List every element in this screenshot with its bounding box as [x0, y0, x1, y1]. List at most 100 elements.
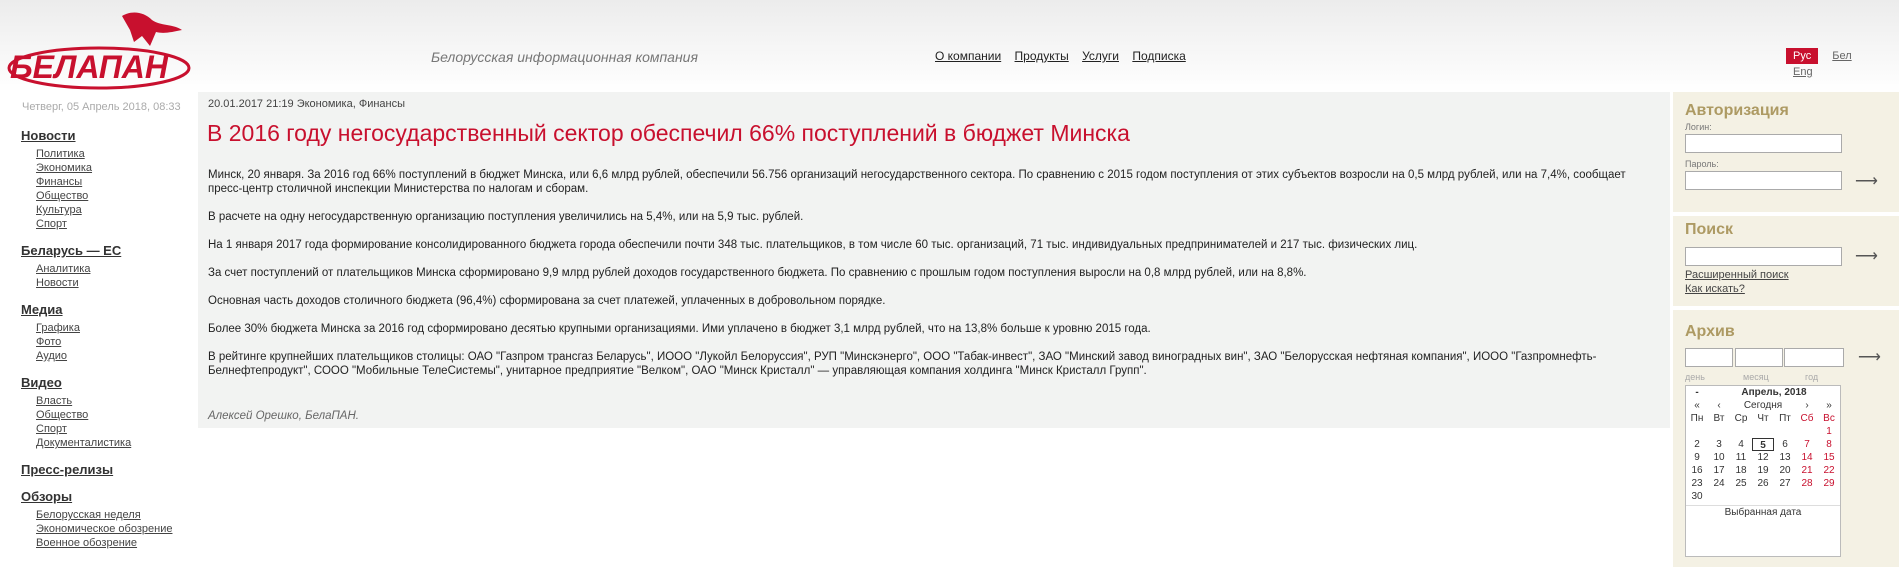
nav-subscription[interactable]: Подписка [1132, 49, 1185, 63]
cal-day[interactable]: 17 [1708, 464, 1730, 477]
cal-today-button[interactable]: Сегодня [1730, 399, 1796, 412]
archive-year-input[interactable] [1784, 348, 1844, 367]
nav-news-politics[interactable]: Политика [36, 147, 191, 161]
cal-day [1818, 490, 1840, 503]
nav-reviews-military[interactable]: Военное обозрение [36, 536, 191, 550]
cal-day[interactable]: 24 [1708, 477, 1730, 490]
nav-reviews[interactable]: Обзоры [21, 489, 191, 504]
nav-reviews-economic[interactable]: Экономическое обозрение [36, 522, 191, 536]
cal-days: 1 2 3 4 5 6 7 8 9 10 11 12 13 14 15 16 17 18 19 20 21 22 23 24 2… [1686, 425, 1840, 503]
cal-prev-button[interactable]: ‹ [1708, 399, 1730, 412]
how-to-search-link[interactable]: Как искать? [1685, 283, 1745, 295]
cal-day[interactable]: 29 [1818, 477, 1840, 490]
cal-day[interactable]: 22 [1818, 464, 1840, 477]
cal-next-button[interactable]: › [1796, 399, 1818, 412]
nav-news[interactable]: Новости [21, 128, 191, 143]
lang-en[interactable]: Eng [1786, 64, 1820, 80]
nav-press-releases[interactable]: Пресс-релизы [21, 462, 191, 477]
login-submit-arrow-icon[interactable]: ⟶ [1855, 171, 1878, 191]
cal-day[interactable]: 27 [1774, 477, 1796, 490]
nav-video-society[interactable]: Общество [36, 408, 191, 422]
cal-day[interactable]: 11 [1730, 451, 1752, 464]
cal-day[interactable]: 14 [1796, 451, 1818, 464]
article-paragraph: Минск, 20 января. За 2016 год 66% поступ… [208, 169, 1626, 195]
cal-day[interactable]: 21 [1796, 464, 1818, 477]
archive-day-input[interactable] [1685, 348, 1733, 367]
nav-belarus-eu-analytics[interactable]: Аналитика [36, 262, 191, 276]
nav-news-society[interactable]: Общество [36, 189, 191, 203]
lang-be[interactable]: Бел [1825, 48, 1858, 64]
nav-media-graphics[interactable]: Графика [36, 321, 191, 335]
search-input[interactable] [1685, 247, 1842, 266]
left-nav: Новости Политика Экономика Финансы Общес… [21, 128, 191, 562]
cal-day[interactable]: 3 [1708, 438, 1730, 451]
archive-month-input[interactable] [1735, 348, 1783, 367]
cal-day[interactable]: 23 [1686, 477, 1708, 490]
cal-day[interactable]: 9 [1686, 451, 1708, 464]
cal-day[interactable]: 25 [1730, 477, 1752, 490]
login-input[interactable] [1685, 134, 1842, 153]
cal-week-row: 9 10 11 12 13 14 15 [1686, 451, 1840, 464]
cal-next-next-button[interactable]: » [1818, 399, 1840, 412]
cal-day[interactable]: 28 [1796, 477, 1818, 490]
nav-news-finance[interactable]: Финансы [36, 175, 191, 189]
belapan-logo[interactable]: БЕЛАПАН [4, 6, 194, 90]
archive-submit-arrow-icon[interactable]: ⟶ [1858, 347, 1881, 367]
cal-day[interactable]: 20 [1774, 464, 1796, 477]
cal-day[interactable]: 2 [1686, 438, 1708, 451]
advanced-search-link[interactable]: Расширенный поиск [1685, 269, 1789, 281]
nav-services[interactable]: Услуги [1082, 49, 1119, 63]
nav-media-photo[interactable]: Фото [36, 335, 191, 349]
cal-day[interactable]: 1 [1818, 425, 1840, 438]
cal-week-row: 16 17 18 19 20 21 22 [1686, 464, 1840, 477]
search-submit-arrow-icon[interactable]: ⟶ [1855, 246, 1878, 266]
cal-day [1752, 490, 1774, 503]
cal-weekday: Чт [1757, 413, 1769, 424]
search-title: Поиск [1685, 221, 1734, 238]
nav-video-power[interactable]: Власть [36, 394, 191, 408]
nav-news-economy[interactable]: Экономика [36, 161, 191, 175]
cal-day[interactable]: 7 [1796, 438, 1818, 451]
lang-ru[interactable]: Рус [1786, 48, 1819, 64]
nav-media[interactable]: Медиа [21, 302, 191, 317]
cal-week-row: 1 [1686, 425, 1840, 438]
nav-media-audio[interactable]: Аудио [36, 349, 191, 363]
nav-video-documentary[interactable]: Документалистика [36, 436, 191, 450]
archive-year-label: год [1805, 372, 1819, 382]
cal-day[interactable]: 30 [1686, 490, 1708, 503]
cal-day[interactable]: 18 [1730, 464, 1752, 477]
cal-day[interactable]: 13 [1774, 451, 1796, 464]
cal-day [1708, 425, 1730, 438]
password-input[interactable] [1685, 171, 1842, 190]
cal-day[interactable]: 15 [1818, 451, 1840, 464]
cal-day[interactable]: 10 [1708, 451, 1730, 464]
nav-video-sport[interactable]: Спорт [36, 422, 191, 436]
cal-day[interactable]: 8 [1818, 438, 1840, 451]
nav-belarus-eu[interactable]: Беларусь — ЕС [21, 243, 191, 258]
cal-day[interactable]: 19 [1752, 464, 1774, 477]
archive-title: Архив [1685, 323, 1735, 340]
nav-news-sport[interactable]: Спорт [36, 217, 191, 231]
cal-day[interactable]: 26 [1752, 477, 1774, 490]
cal-day[interactable]: 4 [1730, 438, 1752, 451]
cal-day[interactable]: 16 [1686, 464, 1708, 477]
auth-title: Авторизация [1685, 102, 1789, 119]
cal-day[interactable]: 12 [1752, 451, 1774, 464]
nav-about[interactable]: О компании [935, 49, 1001, 63]
cal-day [1686, 425, 1708, 438]
nav-products[interactable]: Продукты [1015, 49, 1069, 63]
cal-prev-year[interactable]: - [1686, 386, 1708, 399]
cal-weekday: Вт [1713, 413, 1725, 424]
article-paragraph: Более 30% бюджета Минска за 2016 год сфо… [208, 323, 1151, 335]
nav-reviews-weekly[interactable]: Белорусская неделя [36, 508, 191, 522]
cal-weekday: Сб [1800, 413, 1814, 424]
cal-day [1774, 425, 1796, 438]
cal-day[interactable]: 5 [1752, 438, 1774, 451]
nav-video[interactable]: Видео [21, 375, 191, 390]
cal-day [1796, 425, 1818, 438]
nav-news-culture[interactable]: Культура [36, 203, 191, 217]
password-label: Пароль: [1685, 159, 1719, 169]
cal-prev-prev-button[interactable]: « [1686, 399, 1708, 412]
nav-belarus-eu-news[interactable]: Новости [36, 276, 191, 290]
cal-day[interactable]: 6 [1774, 438, 1796, 451]
